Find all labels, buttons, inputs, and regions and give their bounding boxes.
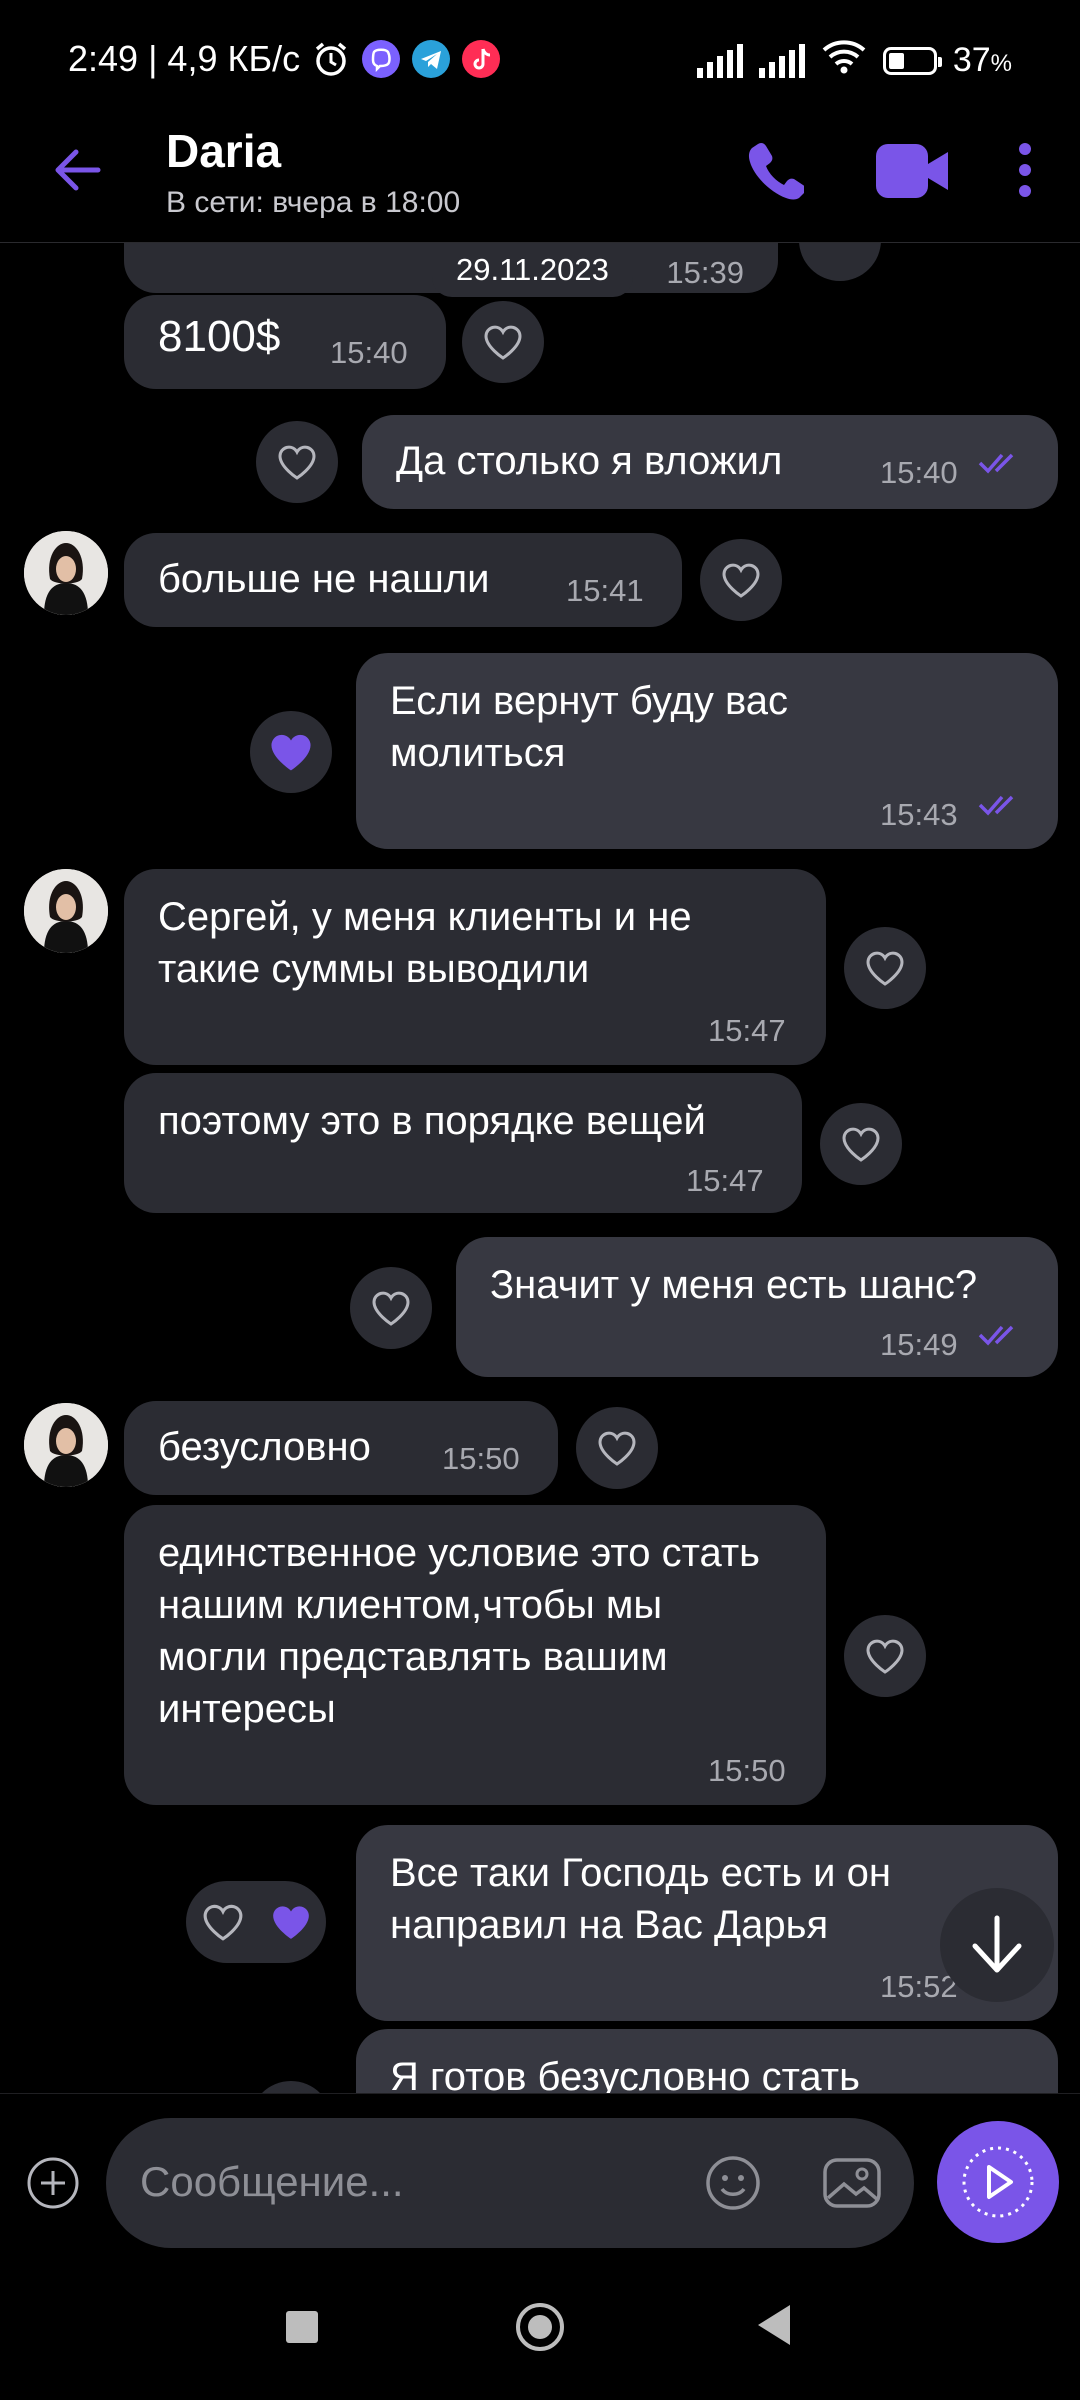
heart-filled-icon xyxy=(273,1906,309,1939)
read-ticks-icon xyxy=(978,795,1014,816)
message-text: Значит у меня есть шанс? xyxy=(490,1263,978,1307)
heart-outline-icon xyxy=(278,445,316,480)
like-button[interactable] xyxy=(576,1407,658,1489)
viber-icon xyxy=(362,40,401,78)
battery-unit: % xyxy=(990,50,1012,77)
like-button[interactable] xyxy=(250,711,332,793)
message-bubble-outgoing[interactable]: Да столько я вложил 15:40 xyxy=(362,415,1058,509)
home-button[interactable] xyxy=(516,2303,564,2351)
like-button[interactable] xyxy=(256,421,338,503)
like-button[interactable] xyxy=(462,301,544,383)
alarm-icon xyxy=(312,40,350,78)
message-text: Все таки Господь есть и он направил на В… xyxy=(390,1851,891,1947)
tiktok-icon xyxy=(462,40,501,78)
avatar[interactable] xyxy=(24,869,108,953)
status-time-speed: 2:49 | 4,9 КБ/с xyxy=(68,38,301,79)
message-bubble-outgoing[interactable]: Значит у меня есть шанс? 15:49 xyxy=(456,1237,1058,1377)
battery-percent: 37% xyxy=(953,41,1012,80)
play-send-icon xyxy=(962,2146,1034,2218)
contact-name[interactable]: Daria xyxy=(166,124,281,178)
message-text: единственное условие это стать нашим кли… xyxy=(158,1531,760,1731)
heart-outline-icon xyxy=(866,951,904,986)
date-chip: 29.11.2023 xyxy=(432,243,633,297)
back-button[interactable] xyxy=(758,2305,790,2345)
like-button[interactable] xyxy=(350,1267,432,1349)
message-time: 15:41 xyxy=(566,573,644,608)
plus-icon[interactable] xyxy=(26,2156,80,2210)
message-time: 15:50 xyxy=(442,1441,520,1476)
message-bubble-incoming[interactable]: безусловно 15:50 xyxy=(124,1401,558,1495)
like-button[interactable] xyxy=(820,1103,902,1185)
message-text: Да столько я вложил xyxy=(396,439,783,483)
heart-outline-icon xyxy=(866,1639,904,1674)
signal-icon xyxy=(758,43,805,78)
signal-icon xyxy=(696,43,743,78)
message-text: поэтому это в порядке вещей xyxy=(158,1099,706,1143)
telegram-icon xyxy=(412,40,451,78)
avatar[interactable] xyxy=(24,531,108,615)
like-button[interactable] xyxy=(844,1615,926,1697)
phone-icon[interactable] xyxy=(748,140,806,205)
message-time: 15:49 xyxy=(880,1327,958,1362)
scroll-to-bottom-button[interactable] xyxy=(940,1888,1054,2002)
message-list[interactable]: 15:39 29.11.2023 8100$ 15:40 Да столько … xyxy=(0,243,1080,2093)
send-button[interactable] xyxy=(937,2121,1059,2243)
message-input[interactable]: Сообщение... xyxy=(106,2118,914,2248)
read-ticks-icon xyxy=(978,1325,1014,1346)
message-bubble-incoming[interactable]: 8100$ 15:40 xyxy=(124,295,446,389)
message-time: 15:50 xyxy=(708,1753,786,1788)
message-time: 15:40 xyxy=(330,335,408,370)
video-call-icon[interactable] xyxy=(876,144,950,203)
like-button[interactable] xyxy=(799,243,881,281)
message-time: 15:47 xyxy=(686,1163,764,1198)
back-arrow-icon[interactable] xyxy=(50,142,106,198)
message-bubble-incoming[interactable]: больше не нашли 15:41 xyxy=(124,533,682,627)
message-text: больше не нашли xyxy=(158,557,490,601)
message-bubble-outgoing[interactable]: Если вернут буду вас молиться 15:43 xyxy=(356,653,1058,849)
like-button[interactable] xyxy=(250,2081,332,2093)
more-options-icon[interactable] xyxy=(1018,142,1032,203)
message-text: 8100$ xyxy=(158,312,281,361)
like-button[interactable] xyxy=(700,539,782,621)
avatar[interactable] xyxy=(24,1403,108,1487)
heart-outline-icon xyxy=(842,1127,880,1162)
heart-outline-icon xyxy=(484,325,522,360)
message-time: 15:39 xyxy=(666,255,744,290)
heart-filled-icon xyxy=(271,734,311,771)
like-button[interactable] xyxy=(844,927,926,1009)
sticker-icon[interactable] xyxy=(704,2154,762,2212)
heart-outline-icon xyxy=(372,1291,410,1326)
heart-outline-icon xyxy=(598,1431,636,1466)
read-ticks-icon xyxy=(978,453,1014,474)
message-bubble-incoming[interactable]: поэтому это в порядке вещей 15:47 xyxy=(124,1073,802,1213)
battery-value: 37 xyxy=(952,41,991,79)
message-placeholder: Сообщение... xyxy=(140,2158,404,2205)
recents-button[interactable] xyxy=(286,2311,318,2343)
system-nav-bar xyxy=(0,2263,1080,2400)
message-time: 15:43 xyxy=(880,797,958,832)
reactions-pill[interactable] xyxy=(186,1881,326,1963)
status-bar: 2:49 | 4,9 КБ/с 37% xyxy=(0,0,1080,120)
chat-header: Daria В сети: вчера в 18:00 xyxy=(0,120,1080,243)
message-input-bar: Сообщение... xyxy=(0,2093,1080,2264)
battery-icon xyxy=(882,46,942,75)
message-text: Сергей, у меня клиенты и не такие суммы … xyxy=(158,895,692,991)
arrow-down-icon xyxy=(972,1915,1022,1973)
gallery-icon[interactable] xyxy=(822,2154,882,2212)
message-bubble-outgoing[interactable]: Я готов безусловно стать xyxy=(356,2029,1058,2093)
message-text: Я готов безусловно стать xyxy=(390,2055,860,2093)
message-text: безусловно xyxy=(158,1425,371,1469)
heart-outline-icon xyxy=(203,1904,243,1941)
message-bubble-incoming[interactable]: Сергей, у меня клиенты и не такие суммы … xyxy=(124,869,826,1065)
message-time: 15:47 xyxy=(708,1013,786,1048)
message-time: 15:40 xyxy=(880,455,958,490)
heart-outline-icon xyxy=(722,563,760,598)
message-text: Если вернут буду вас молиться xyxy=(390,679,789,775)
wifi-icon xyxy=(821,38,867,83)
message-bubble-incoming[interactable]: единственное условие это стать нашим кли… xyxy=(124,1505,826,1805)
contact-status: В сети: вчера в 18:00 xyxy=(166,186,461,219)
